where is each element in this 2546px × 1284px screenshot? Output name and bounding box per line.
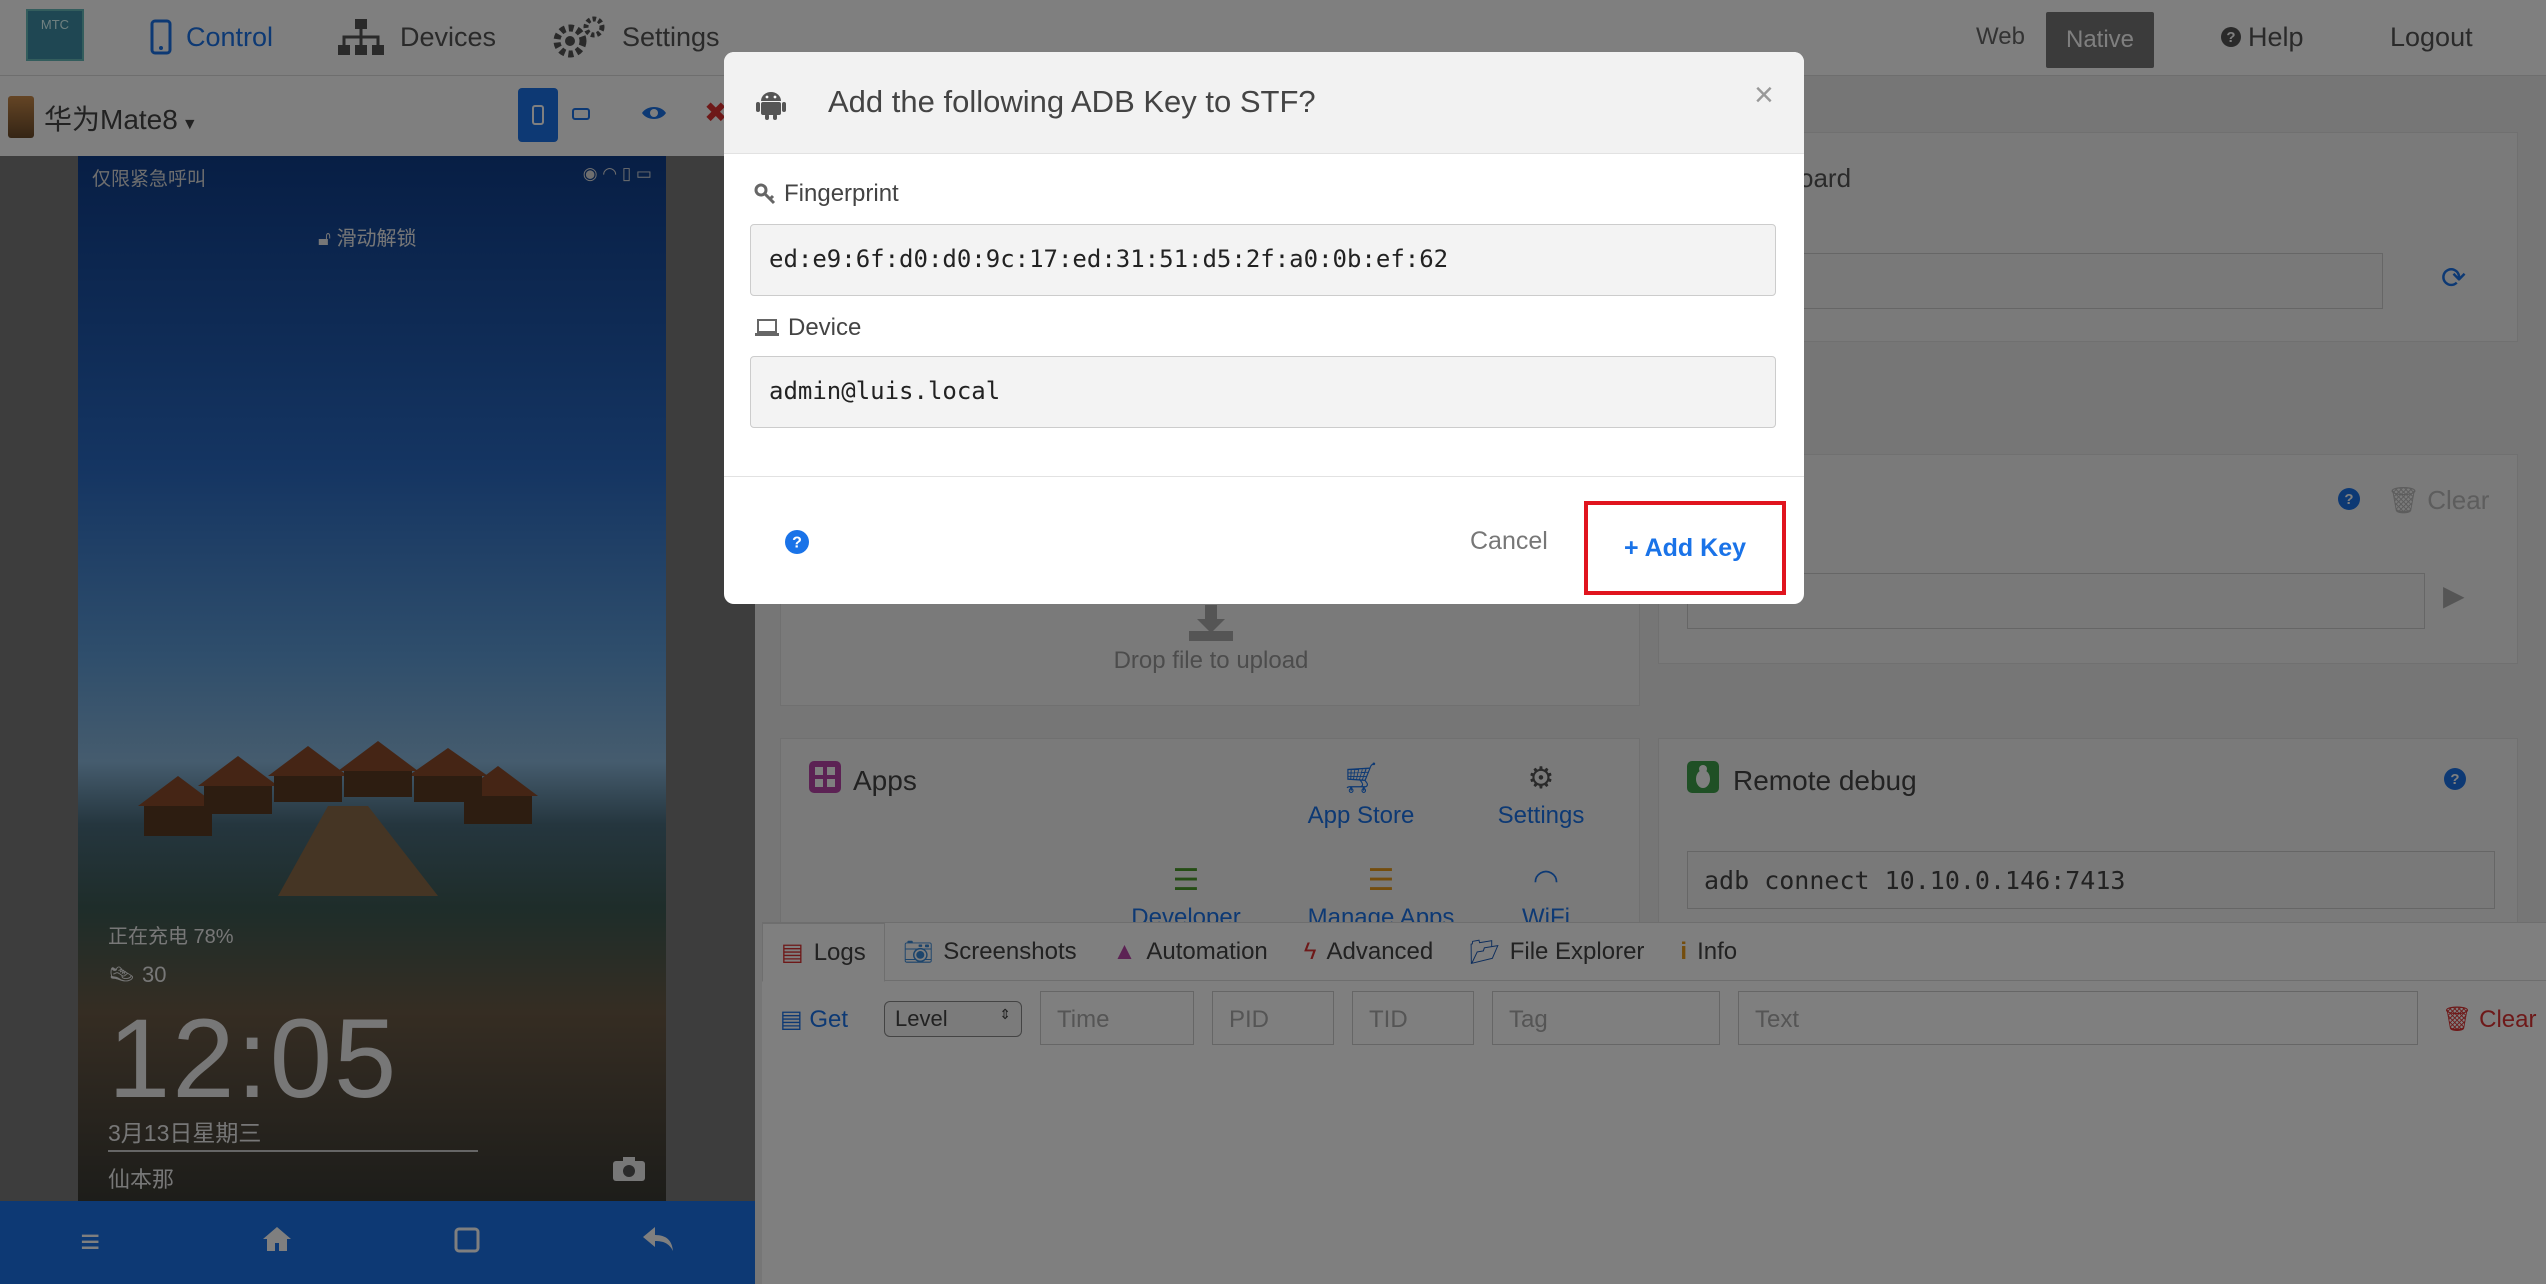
device-field[interactable]: admin@luis.local: [750, 356, 1776, 428]
fingerprint-field[interactable]: ed:e9:6f:d0:d0:9c:17:ed:31:51:d5:2f:a0:0…: [750, 224, 1776, 296]
add-key-label: Add Key: [1644, 533, 1746, 562]
svg-text:?: ?: [792, 535, 802, 552]
key-icon: [754, 183, 776, 205]
cancel-button[interactable]: Cancel: [1470, 527, 1548, 556]
dialog-footer: ? Cancel + Add Key: [724, 476, 1804, 604]
dialog-title: Add the following ADB Key to STF?: [828, 84, 1316, 119]
device-label-text: Device: [788, 314, 862, 341]
plus-icon: +: [1623, 533, 1639, 562]
fingerprint-label-text: Fingerprint: [784, 180, 899, 207]
question-circle-icon[interactable]: ?: [784, 529, 810, 560]
add-key-button[interactable]: + Add Key: [1584, 501, 1786, 595]
laptop-icon: [754, 319, 780, 337]
dialog-close-button[interactable]: ×: [1754, 76, 1774, 115]
android-icon: [756, 88, 786, 125]
add-adb-key-dialog: Add the following ADB Key to STF? × Fing…: [724, 52, 1804, 604]
fingerprint-label: Fingerprint: [754, 180, 899, 208]
dialog-header: Add the following ADB Key to STF? ×: [724, 52, 1804, 154]
device-label: Device: [754, 314, 861, 342]
